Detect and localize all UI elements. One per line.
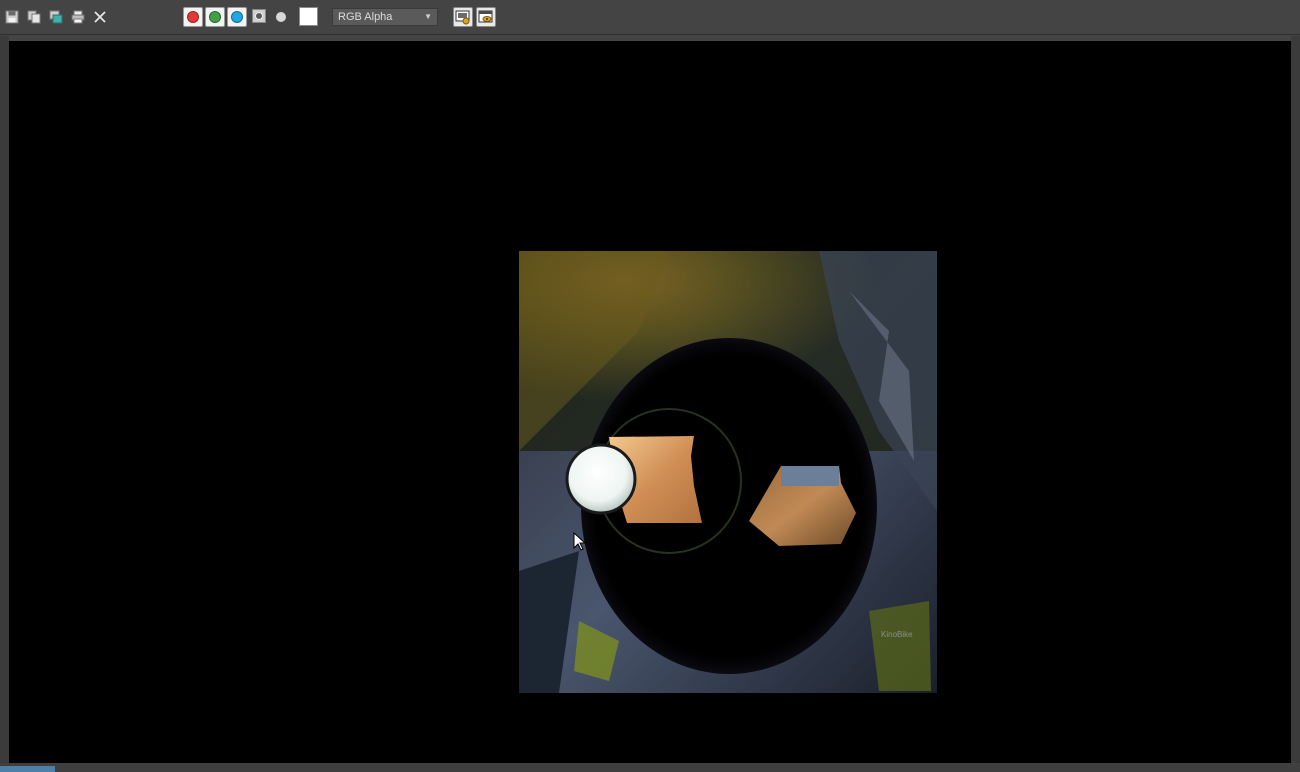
channel-display-dropdown[interactable]: RGB Alpha ▼ <box>332 8 438 26</box>
copy-icon[interactable] <box>48 9 64 25</box>
chevron-down-icon: ▼ <box>424 12 432 21</box>
display-settings-icon <box>478 10 493 23</box>
toggle-ui-overlay-icon <box>455 10 470 25</box>
bottom-active-tab[interactable] <box>0 766 55 772</box>
toggle-ui-overlay-button[interactable] <box>453 7 473 27</box>
clone-icon[interactable] <box>26 9 42 25</box>
rendered-image: KinoBike <box>519 251 937 693</box>
close-icon[interactable] <box>92 9 108 25</box>
alpha-channel-button[interactable] <box>252 9 266 23</box>
display-settings-button[interactable] <box>476 7 496 27</box>
alpha-icon <box>255 12 263 20</box>
red-dot-icon <box>187 11 199 23</box>
monochrome-button[interactable] <box>276 12 286 22</box>
viewport-right-border <box>1291 36 1300 772</box>
frame-buffer-window: RGB Alpha ▼ KinoBike <box>0 0 1300 772</box>
viewport-left-border <box>0 36 9 772</box>
channel-display-value: RGB Alpha <box>338 11 393 23</box>
render-watermark: KinoBike <box>881 630 913 639</box>
frame-buffer-toolbar: RGB Alpha ▼ <box>0 0 1300 35</box>
color-swatch[interactable] <box>299 7 318 26</box>
red-channel-button[interactable] <box>183 7 203 27</box>
green-dot-icon <box>209 11 221 23</box>
blue-dot-icon <box>231 11 243 23</box>
blue-channel-button[interactable] <box>227 7 247 27</box>
save-icon[interactable] <box>4 9 20 25</box>
green-channel-button[interactable] <box>205 7 225 27</box>
print-icon[interactable] <box>70 9 86 25</box>
mouse-cursor-icon <box>573 532 587 551</box>
bottom-bar <box>0 763 1300 772</box>
render-viewport[interactable]: KinoBike <box>9 41 1291 763</box>
